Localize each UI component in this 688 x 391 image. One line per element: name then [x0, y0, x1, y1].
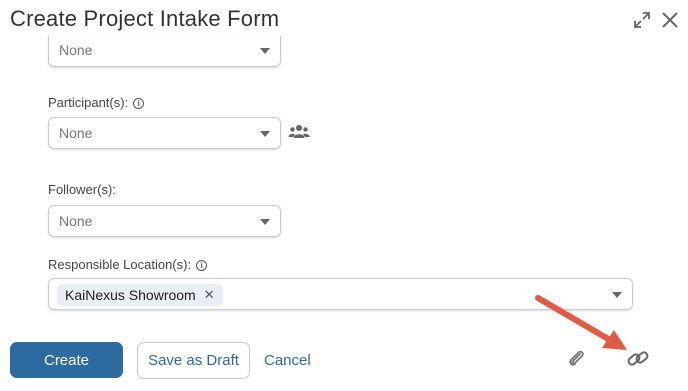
- cancel-link[interactable]: Cancel: [264, 352, 311, 369]
- info-icon[interactable]: i: [133, 98, 145, 109]
- chevron-down-icon: [260, 48, 270, 54]
- dialog-title: Create Project Intake Form: [10, 6, 280, 31]
- expand-icon[interactable]: [632, 10, 652, 30]
- followers-select[interactable]: None: [48, 205, 281, 237]
- participants-select[interactable]: None: [48, 117, 281, 149]
- chevron-down-icon: [260, 219, 270, 225]
- chevron-down-icon: [260, 131, 270, 137]
- close-icon[interactable]: [660, 10, 680, 30]
- save-as-draft-button[interactable]: Save as Draft: [137, 342, 250, 379]
- users-icon[interactable]: [288, 124, 310, 140]
- participants-value: None: [59, 125, 93, 141]
- responsible-locations-label: Responsible Location(s): i: [48, 257, 208, 272]
- location-chip-label: KaiNexus Showroom: [65, 287, 196, 303]
- followers-label: Follower(s):: [48, 182, 116, 197]
- link-icon[interactable]: [626, 347, 650, 371]
- location-chip: KaiNexus Showroom ✕: [57, 284, 223, 306]
- followers-value: None: [59, 213, 93, 229]
- annotation-arrow: [535, 295, 627, 350]
- top-select-value: None: [59, 42, 93, 58]
- remove-chip-icon[interactable]: ✕: [204, 287, 215, 303]
- info-icon[interactable]: i: [196, 260, 208, 271]
- create-button[interactable]: Create: [10, 342, 123, 378]
- participants-label: Participant(s): i: [48, 95, 145, 110]
- top-select[interactable]: None: [48, 36, 281, 67]
